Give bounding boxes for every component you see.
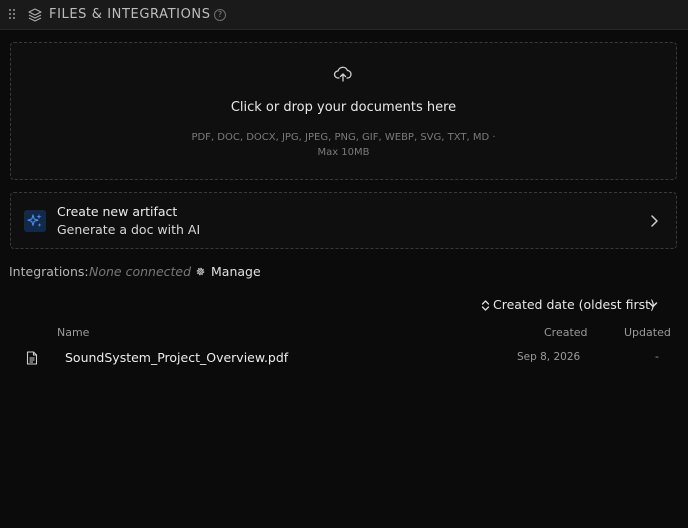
chevron-right-icon — [651, 215, 658, 227]
file-name: SoundSystem_Project_Overview.pdf — [65, 350, 289, 365]
create-artifact-button[interactable]: Create new artifact Generate a doc with … — [10, 192, 677, 249]
gear-icon — [196, 267, 205, 276]
artifact-title: Create new artifact — [57, 204, 178, 219]
column-header-name[interactable]: Name — [57, 326, 89, 339]
sparkle-icon — [24, 210, 46, 232]
file-icon — [26, 351, 38, 365]
manage-label: Manage — [211, 264, 261, 279]
column-header-updated[interactable]: Updated — [624, 326, 671, 339]
dropzone-file-types: PDF, DOC, DOCX, JPG, JPEG, PNG, GIF, WEB… — [11, 130, 676, 160]
cloud-upload-icon — [333, 66, 352, 82]
sort-dropdown[interactable]: Created date (oldest first) — [481, 297, 661, 314]
dropzone-title: Click or drop your documents here — [230, 100, 457, 115]
integrations-status: None connected — [89, 264, 192, 279]
files-integrations-panel: FILES & INTEGRATIONS ? Click or drop you… — [0, 0, 688, 528]
panel-header: FILES & INTEGRATIONS ? — [0, 0, 688, 30]
dropzone-types-line2: Max 10MB — [317, 147, 370, 158]
integrations-label: Integrations: — [9, 264, 89, 279]
file-dropzone[interactable]: Click or drop your documents here PDF, D… — [10, 42, 677, 180]
chevron-down-icon — [648, 302, 658, 308]
file-created-date: Sep 8, 2026 — [517, 351, 581, 363]
drag-handle-icon[interactable] — [9, 9, 17, 21]
table-row[interactable]: SoundSystem_Project_Overview.pdf Sep 8, … — [0, 344, 688, 372]
panel-title: FILES & INTEGRATIONS — [49, 7, 211, 22]
dropzone-types-line1: PDF, DOC, DOCX, JPG, JPEG, PNG, GIF, WEB… — [191, 132, 496, 143]
column-header-created[interactable]: Created — [544, 326, 588, 339]
help-icon[interactable]: ? — [214, 9, 226, 21]
artifact-subtitle: Generate a doc with AI — [57, 222, 201, 237]
sort-updown-icon — [481, 300, 490, 311]
sort-label: Created date (oldest first) — [493, 297, 655, 312]
file-updated-date: - — [655, 350, 659, 363]
layers-icon — [28, 8, 42, 22]
